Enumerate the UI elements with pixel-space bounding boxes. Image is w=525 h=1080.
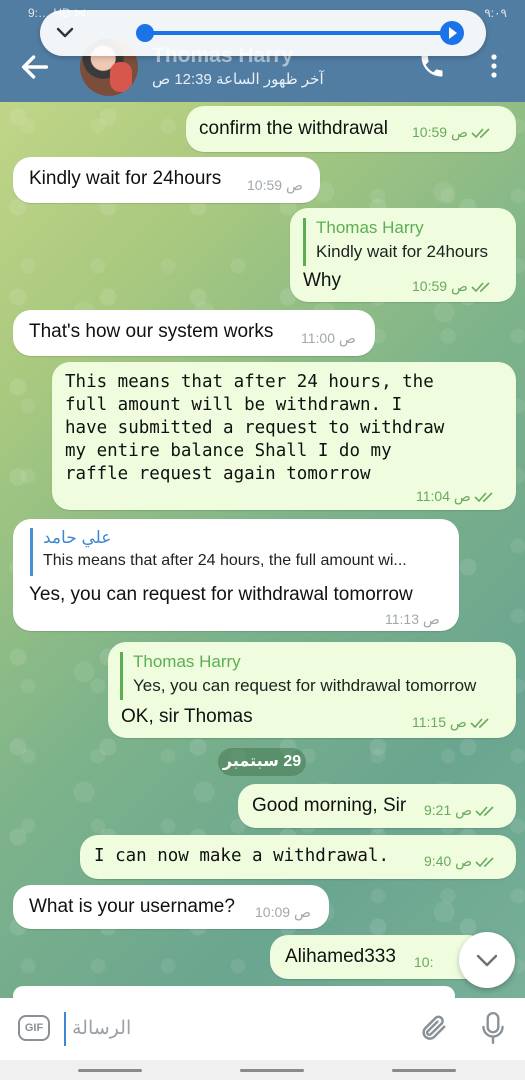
- last-seen-status: آخر ظهور الساعة 12:39 ص: [152, 71, 324, 88]
- message-meta: 11:15 ص: [412, 714, 492, 731]
- chevron-down-icon[interactable]: [54, 23, 76, 43]
- message-text: Good morning, Sir: [252, 795, 407, 816]
- message-meta: 9:21 ص: [424, 802, 497, 819]
- message-time: 10:: [414, 954, 434, 970]
- volume-slider-thumb[interactable]: [136, 24, 154, 42]
- more-vertical-icon[interactable]: [482, 52, 506, 80]
- message-bubble[interactable]: علي حامد This means that after 24 hours,…: [13, 519, 459, 631]
- message-bubble[interactable]: What is your username? 10:09 ص: [13, 885, 329, 929]
- message-text: I can now make a withdrawal.: [94, 846, 390, 866]
- reply-snippet: This means that after 24 hours, the full…: [43, 552, 407, 569]
- double-check-icon: [474, 491, 493, 502]
- message-time: 11:00 ص: [301, 330, 356, 346]
- message-bubble[interactable]: Thomas Harry Yes, you can request for wi…: [108, 642, 516, 738]
- nav-handle[interactable]: [78, 1069, 142, 1072]
- reply-author: Thomas Harry: [316, 218, 424, 237]
- reply-preview[interactable]: Thomas Harry Yes, you can request for wi…: [120, 652, 508, 700]
- reply-preview[interactable]: علي حامد This means that after 24 hours,…: [30, 528, 448, 576]
- message-time: 10:59 ص: [412, 124, 468, 140]
- message-text: Yes, you can request for withdrawal tomo…: [29, 584, 413, 605]
- message-bubble[interactable]: Thomas Harry Kindly wait for 24hours Why…: [290, 208, 516, 302]
- status-time: ۹:۰۹: [484, 6, 507, 20]
- system-nav-bar: [0, 1060, 525, 1080]
- reply-snippet: Kindly wait for 24hours: [316, 242, 488, 261]
- message-bubble[interactable]: confirm the withdrawal 10:59 ص: [186, 106, 516, 152]
- chevron-down-icon: [476, 954, 498, 967]
- message-time: 9:40 ص: [424, 853, 473, 869]
- message-time: 11:15 ص: [412, 714, 467, 730]
- back-arrow-icon[interactable]: [18, 50, 52, 84]
- message-text: confirm the withdrawal: [199, 118, 389, 139]
- volume-track[interactable]: [140, 31, 452, 35]
- message-text: That's how our system works: [29, 321, 274, 342]
- message-text: Kindly wait for 24hours: [29, 168, 222, 189]
- message-time: 10:59 ص: [412, 278, 468, 294]
- message-meta: 10:59 ص: [412, 124, 493, 141]
- message-meta: 11:04 ص: [416, 488, 496, 505]
- message-text: Why: [303, 270, 341, 291]
- message-text: OK, sir Thomas: [121, 706, 253, 727]
- reply-author: Thomas Harry: [133, 652, 241, 671]
- message-meta: 10:: [414, 954, 433, 970]
- message-composer: GIF: [0, 998, 525, 1060]
- message-text: What is your username?: [29, 896, 235, 917]
- message-input[interactable]: [64, 1012, 394, 1046]
- double-check-icon: [475, 856, 494, 867]
- reply-snippet: Yes, you can request for withdrawal tomo…: [133, 676, 477, 695]
- volume-panel: [40, 10, 486, 56]
- paperclip-icon[interactable]: [418, 1012, 448, 1044]
- gif-icon[interactable]: GIF: [18, 1015, 50, 1041]
- message-bubble[interactable]: I can now make a withdrawal. 9:40 ص: [80, 835, 516, 879]
- media-output-button[interactable]: [440, 21, 464, 45]
- reply-preview[interactable]: Thomas Harry Kindly wait for 24hours: [303, 218, 508, 266]
- double-check-icon: [471, 281, 490, 292]
- double-check-icon: [475, 805, 494, 816]
- double-check-icon: [471, 127, 490, 138]
- reply-author: علي حامد: [43, 528, 112, 547]
- phone-icon[interactable]: [418, 52, 446, 80]
- date-separator: 29 سبتمبر: [218, 748, 306, 776]
- scroll-to-bottom-button[interactable]: [459, 932, 515, 988]
- message-text: This means that after 24 hours, the full…: [65, 372, 445, 484]
- message-time: 9:21 ص: [424, 802, 473, 818]
- microphone-icon[interactable]: [480, 1011, 506, 1045]
- nav-handle[interactable]: [240, 1069, 304, 1072]
- message-bubble[interactable]: That's how our system works 11:00 ص: [13, 310, 375, 356]
- message-time: 11:13 ص: [385, 611, 440, 627]
- message-time: 10:09 ص: [255, 904, 311, 920]
- message-text: Alihamed333: [285, 946, 396, 967]
- message-meta: 9:40 ص: [424, 853, 497, 870]
- message-time: 10:59 ص: [247, 177, 303, 193]
- message-bubble[interactable]: Kindly wait for 24hours 10:59 ص: [13, 157, 320, 203]
- message-time: 11:04 ص: [416, 488, 471, 504]
- nav-handle[interactable]: [392, 1069, 456, 1072]
- message-bubble[interactable]: Good morning, Sir 9:21 ص: [238, 784, 516, 828]
- double-check-icon: [470, 717, 489, 728]
- message-bubble[interactable]: This means that after 24 hours, the full…: [52, 362, 516, 510]
- message-bubble[interactable]: Alihamed333 10:: [270, 935, 486, 979]
- message-meta: 10:59 ص: [412, 278, 493, 295]
